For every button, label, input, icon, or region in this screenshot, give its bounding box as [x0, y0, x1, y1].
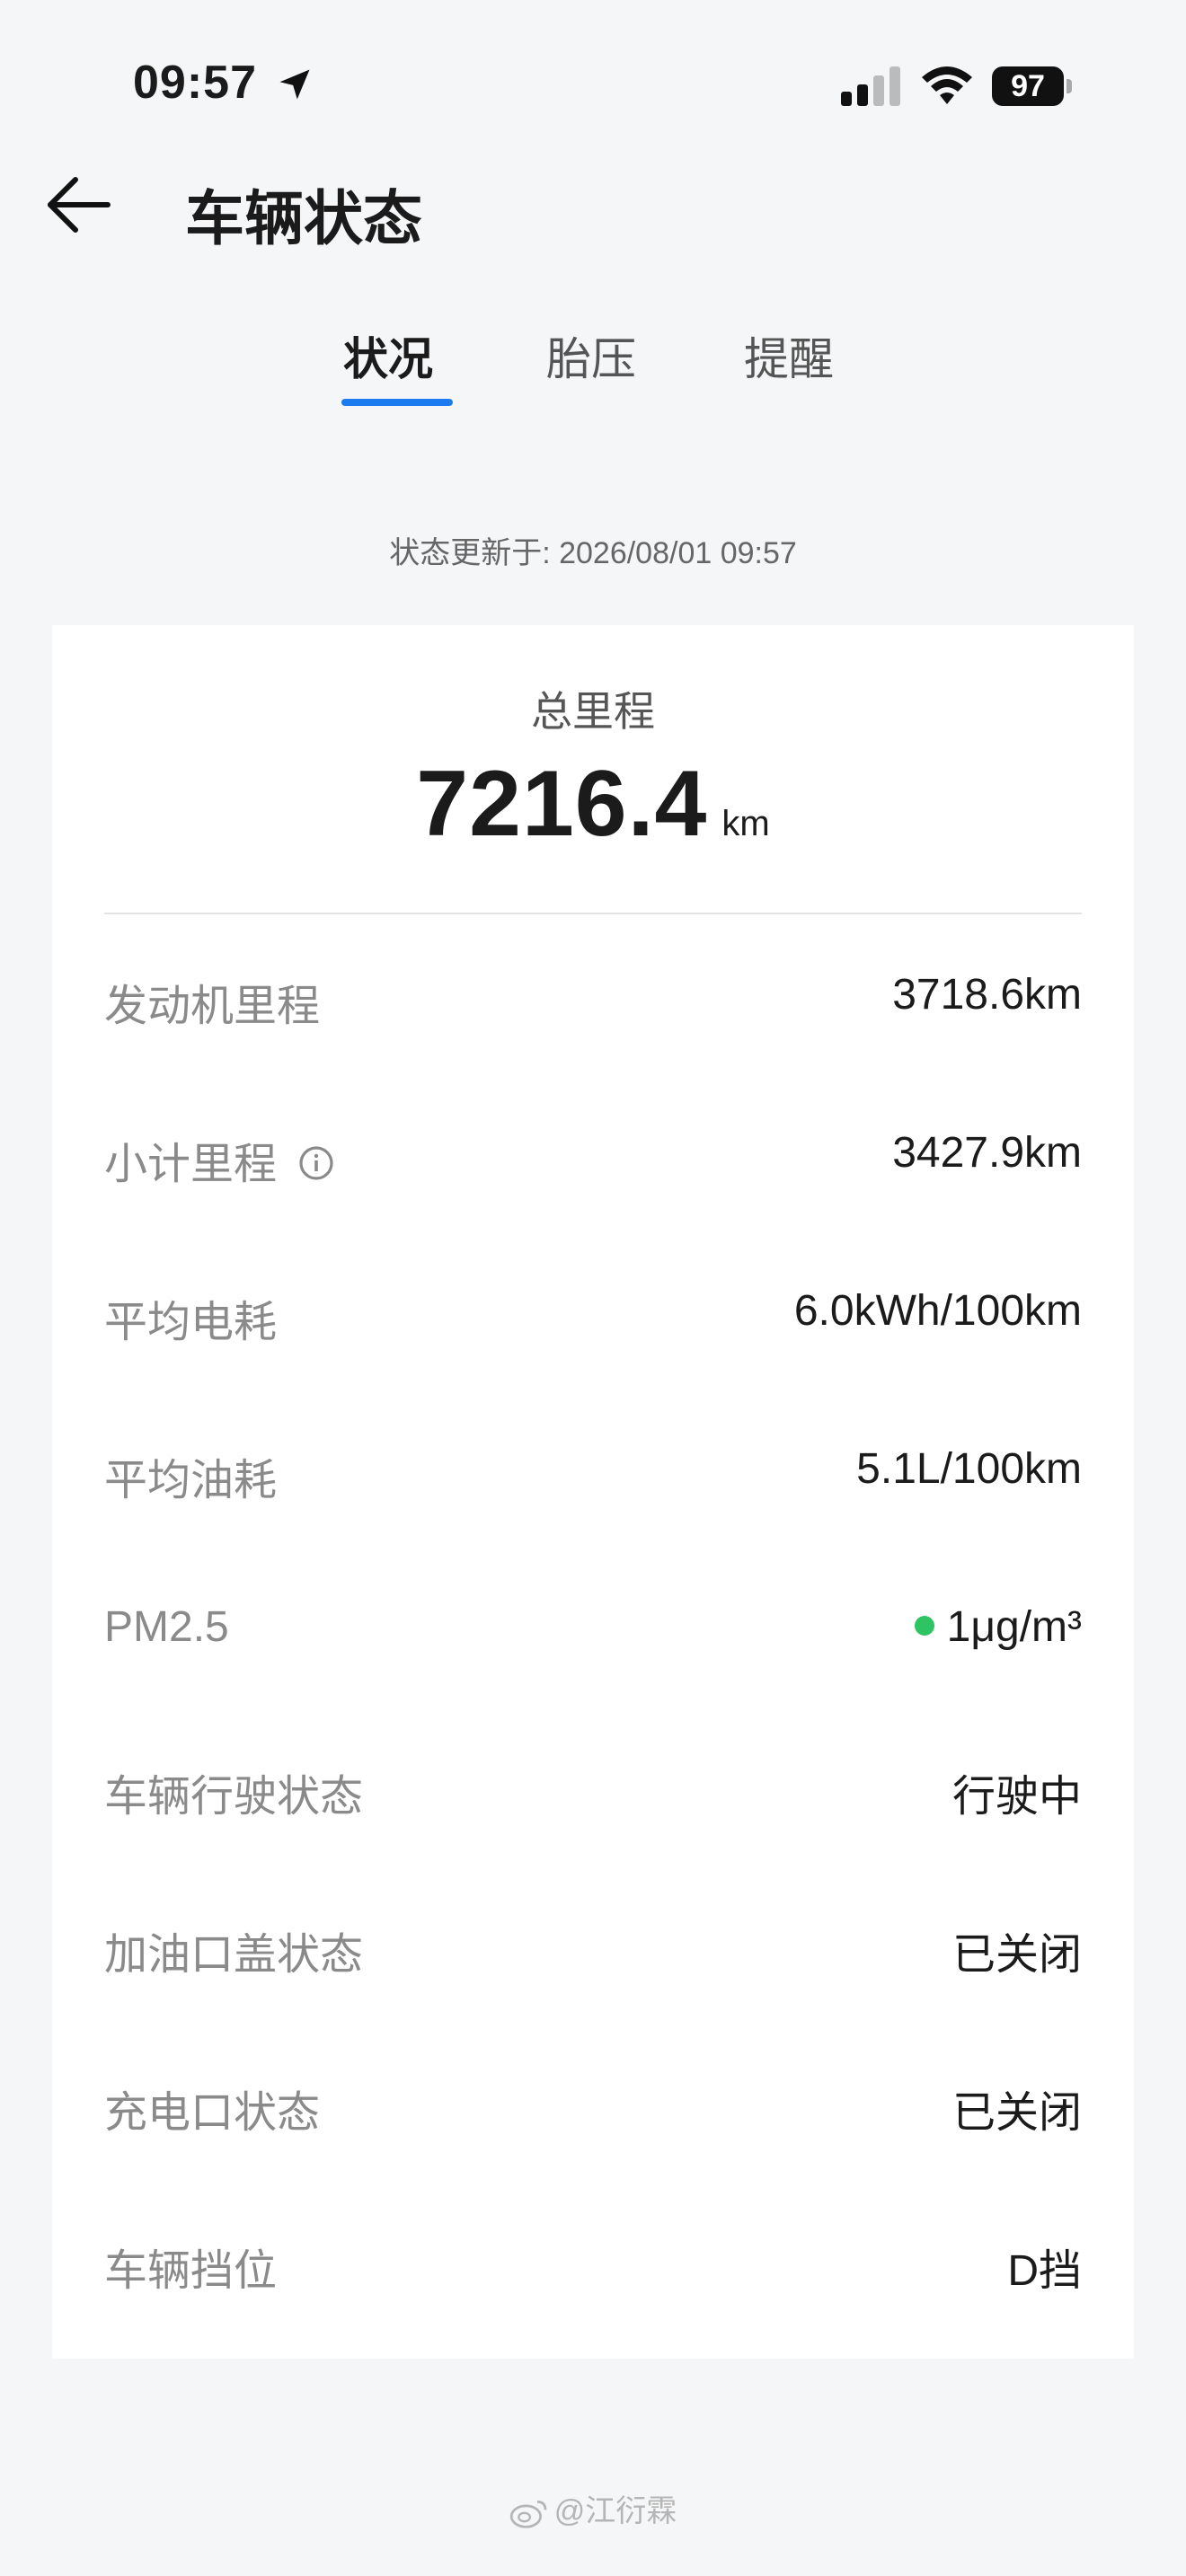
row-value: 1μg/m³ [946, 1603, 1082, 1651]
row-value: 3718.6km [892, 971, 1082, 1019]
row-fuel-door: 加油口盖状态 已关闭 [104, 1899, 1082, 1989]
total-mileage-unit: km [721, 804, 770, 843]
row-gear: 车辆挡位 D挡 [104, 2215, 1082, 2305]
row-label: PM2.5 [104, 1603, 229, 1651]
row-value: 5.1L/100km [856, 1445, 1082, 1493]
row-charge-port: 充电口状态 已关闭 [104, 2057, 1082, 2147]
page-title: 车辆状态 [185, 185, 422, 251]
row-avg-electricity: 平均电耗 6.0kWh/100km [104, 1266, 1082, 1356]
divider [104, 913, 1082, 914]
tab-bar: 状况 胎压 提醒 [0, 323, 1186, 413]
wifi-icon [922, 66, 972, 104]
arrow-left-icon[interactable] [47, 176, 111, 234]
watermark: @江衍霖 [0, 2486, 1186, 2530]
total-mileage: 7216.4 km [52, 751, 1134, 858]
row-label: 平均油耗 [104, 1457, 278, 1504]
row-value: D挡 [1007, 2247, 1082, 2295]
row-value: 已关闭 [951, 1931, 1082, 1979]
row-value-wrap: 1μg/m³ [914, 1602, 1082, 1652]
row-avg-fuel: 平均油耗 5.1L/100km [104, 1425, 1082, 1514]
row-value: 3427.9km [892, 1129, 1082, 1177]
row-label: 发动机里程 [104, 983, 321, 1030]
vehicle-status-card: 总里程 7216.4 km 发动机里程 3718.6km 小计里程 3427.9k… [52, 625, 1134, 2359]
weibo-logo-icon [509, 2501, 547, 2528]
tab-tire-pressure[interactable]: 胎压 [546, 323, 636, 388]
row-value: 已关闭 [951, 2089, 1082, 2137]
air-quality-status-dot [914, 1616, 934, 1636]
total-mileage-value: 7216.4 [416, 752, 708, 856]
row-label: 车辆挡位 [104, 2247, 278, 2295]
row-label: 充电口状态 [104, 2089, 321, 2137]
row-pm25: PM2.5 1μg/m³ [104, 1583, 1082, 1672]
tab-status[interactable]: 状况 [343, 323, 433, 388]
row-value: 行驶中 [951, 1773, 1082, 1821]
row-label: 小计里程 [104, 1141, 278, 1188]
location-arrow-icon [279, 69, 310, 100]
battery-level: 97 [992, 66, 1064, 106]
info-icon[interactable] [298, 1145, 334, 1181]
row-label: 车辆行驶状态 [104, 1773, 364, 1821]
battery-tip [1067, 79, 1072, 93]
tab-reminders[interactable]: 提醒 [744, 323, 834, 388]
total-mileage-label: 总里程 [531, 688, 655, 735]
row-trip-mileage: 小计里程 3427.9km [104, 1108, 1082, 1198]
row-label: 平均电耗 [104, 1299, 278, 1346]
active-tab-indicator [341, 399, 453, 406]
row-value: 6.0kWh/100km [793, 1287, 1082, 1335]
status-bar: 09:57 97 [0, 0, 1186, 171]
row-label-wrap: 小计里程 [104, 1128, 334, 1191]
row-engine-mileage: 发动机里程 3718.6km [104, 950, 1082, 1040]
watermark-text: @江衍霖 [553, 2494, 677, 2528]
row-label: 加油口盖状态 [104, 1931, 364, 1979]
update-time: 状态更新于: 2026/08/01 09:57 [389, 536, 797, 570]
battery-icon: 97 [992, 66, 1073, 106]
row-driving-status: 车辆行驶状态 行驶中 [104, 1741, 1082, 1831]
status-time: 09:57 [133, 57, 257, 109]
cellular-signal-icon [841, 66, 900, 106]
